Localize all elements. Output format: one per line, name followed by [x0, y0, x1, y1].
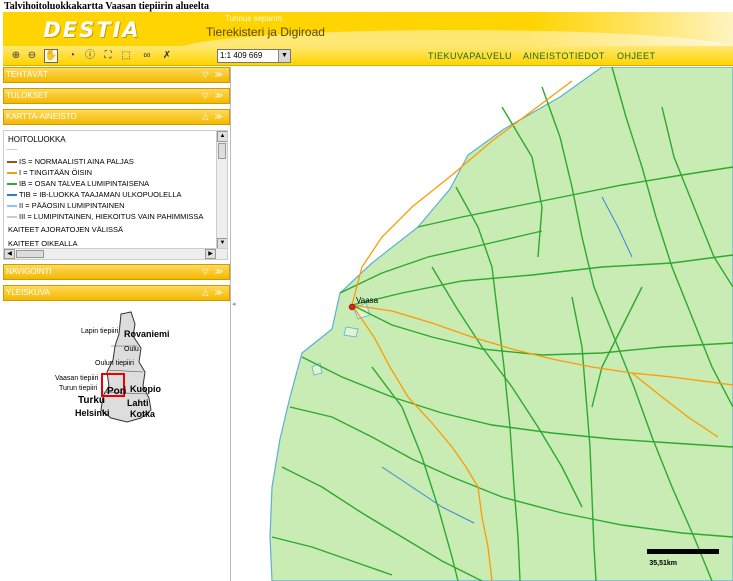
app-header: DESTIA Tunnus sepanm Tierekisteri ja Dig…	[3, 12, 733, 46]
scroll-up-icon[interactable]: ▲	[217, 131, 227, 142]
legend-swatch	[7, 149, 17, 151]
legend-swatch	[7, 204, 17, 207]
legend-swatch	[7, 182, 17, 185]
pan-hand-icon[interactable]: ✋	[44, 49, 58, 63]
zoom-in-icon[interactable]: ⊕	[9, 49, 23, 63]
legend-extra: KAITEET OIKEALLA	[8, 239, 78, 248]
scroll-right-icon[interactable]: ▶	[205, 249, 216, 259]
legend-extra: KAITEET AJORATOJEN VÄLISSÄ	[8, 225, 124, 234]
toolbar: ⊕ ⊖ ✋ ◔ ⓘ ⛶ ⬚ ∞ ✗ 1:1 409 669 ▼ TIEKUVAP…	[3, 46, 733, 66]
panel-tehtavat[interactable]: TEHTÄVÄT ▽ ≫	[3, 67, 230, 83]
binoculars-icon[interactable]: ∞	[140, 49, 154, 63]
collapse-icon[interactable]: △ ≫	[202, 286, 225, 300]
overview-label: Pori	[107, 386, 127, 397]
legend-label: IB = OSAN TALVEA LUMIPINTAISENA	[19, 179, 150, 188]
map-view[interactable]: Vaasa 35,51km	[242, 67, 733, 581]
legend-swatch	[7, 215, 17, 218]
app-title: Tierekisteri ja Digiroad	[206, 25, 325, 39]
panel-splitter-handle[interactable]: ◂	[232, 300, 236, 308]
legend-item	[7, 149, 19, 151]
legend-vertical-scrollbar[interactable]: ▲ ▼	[216, 131, 227, 249]
overview-label: Vaasan tiepiiri	[55, 375, 99, 382]
overview-map[interactable]: Lapin tiepiiri Rovaniemi Oulu Oulun tiep…	[3, 306, 230, 438]
legend-horizontal-scrollbar[interactable]: ◀ ▶	[4, 248, 227, 259]
scale-value: 1:1 409 669	[220, 51, 263, 60]
destia-logo: DESTIA	[43, 18, 141, 42]
identify-icon[interactable]: ⛶	[101, 49, 115, 63]
legend-label: TIB = IB-LUOKKA TAAJAMAN ULKOPUOLELLA	[19, 190, 182, 199]
panel-yleiskuva-label: YLEISKUVA	[6, 288, 50, 297]
expand-icon[interactable]: ▽ ≫	[202, 265, 225, 279]
overview-label: Oulu	[124, 346, 139, 353]
scale-bar	[647, 549, 719, 554]
panel-kartta-aineisto[interactable]: KARTTA-AINEISTO △ ≫	[3, 109, 230, 125]
finland-outline	[100, 311, 152, 423]
zoom-out-icon[interactable]: ⊖	[25, 49, 39, 63]
expand-icon[interactable]: ▽ ≫	[202, 68, 225, 82]
road-map	[269, 67, 733, 581]
legend-item: IB = OSAN TALVEA LUMIPINTAISENA	[7, 179, 149, 188]
aineistotiedot-link[interactable]: AINEISTOTIEDOT	[523, 51, 605, 61]
info-icon[interactable]: ⓘ	[83, 49, 97, 63]
place-label-vaasa: Vaasa	[356, 296, 379, 305]
scroll-thumb[interactable]	[16, 250, 44, 258]
page-caption: Talvihoitoluokkakartta Vaasan tiepiirin …	[4, 1, 209, 12]
scale-select[interactable]: 1:1 409 669 ▼	[217, 49, 291, 63]
scroll-thumb[interactable]	[218, 143, 226, 159]
overview-label: Kuopio	[130, 384, 161, 394]
panel-yleiskuva[interactable]: YLEISKUVA △ ≫	[3, 285, 230, 301]
overview-label: Oulun tiepiiri	[95, 360, 134, 367]
select-area-icon[interactable]: ⬚	[119, 49, 133, 63]
scroll-left-icon[interactable]: ◀	[4, 249, 15, 259]
legend-label: II = PÄÄOSIN LUMIPINTAINEN	[19, 201, 125, 210]
zoom-extent-icon[interactable]: ◔	[65, 49, 79, 63]
tiekuvapalvelu-link[interactable]: TIEKUVAPALVELU	[428, 51, 512, 61]
overview-label: Turku	[78, 395, 106, 406]
overview-label: Lapin tiepiiri	[81, 328, 119, 335]
collapse-icon[interactable]: △ ≫	[202, 110, 225, 124]
legend-swatch	[7, 171, 17, 174]
user-label: Tunnus sepanm	[225, 14, 283, 23]
panel-tulokset-label: TULOKSET	[6, 91, 49, 100]
legend-item: IS = NORMAALISTI AINA PALJAS	[7, 157, 134, 166]
sidebar: TEHTÄVÄT ▽ ≫ TULOKSET ▽ ≫ KARTTA-AINEIST…	[3, 67, 231, 581]
chevron-down-icon[interactable]: ▼	[278, 50, 290, 62]
panel-navigointi[interactable]: NAVIGOINTI ▽ ≫	[3, 264, 230, 280]
legend-title: HOITOLUOKKA	[8, 135, 66, 144]
overview-label: Lahti	[127, 398, 149, 408]
legend-item: III = LUMIPINTAINEN, HIEKOITUS VAIN PAHI…	[7, 212, 203, 221]
land-area	[269, 67, 733, 581]
overview-label: Kotka	[130, 409, 156, 419]
legend-swatch	[7, 160, 17, 163]
panel-kartta-label: KARTTA-AINEISTO	[6, 112, 77, 121]
panel-tehtavat-label: TEHTÄVÄT	[6, 70, 48, 79]
legend-item: II = PÄÄOSIN LUMIPINTAINEN	[7, 201, 125, 210]
overview-label: Rovaniemi	[124, 329, 170, 339]
legend-item: I = TINGITÄÄN ÖISIN	[7, 168, 92, 177]
overview-label: Turun tiepiiri	[59, 385, 98, 392]
legend-list: HOITOLUOKKA IS = NORMAALISTI AINA PALJAS…	[3, 130, 228, 260]
legend-swatch	[7, 193, 17, 196]
clear-icon[interactable]: ✗	[160, 49, 174, 63]
legend-label: I = TINGITÄÄN ÖISIN	[19, 168, 93, 177]
panel-tulokset[interactable]: TULOKSET ▽ ≫	[3, 88, 230, 104]
panel-navigointi-label: NAVIGOINTI	[6, 267, 52, 276]
legend-label: IS = NORMAALISTI AINA PALJAS	[19, 157, 134, 166]
ohjeet-link[interactable]: OHJEET	[617, 51, 656, 61]
legend-label: III = LUMIPINTAINEN, HIEKOITUS VAIN PAHI…	[19, 212, 204, 221]
expand-icon[interactable]: ▽ ≫	[202, 89, 225, 103]
island	[343, 326, 359, 338]
legend-item: TIB = IB-LUOKKA TAAJAMAN ULKOPUOLELLA	[7, 190, 182, 199]
vaasa-marker[interactable]	[348, 303, 356, 311]
scale-bar-label: 35,51km	[649, 560, 677, 567]
overview-label: Helsinki	[75, 408, 110, 418]
